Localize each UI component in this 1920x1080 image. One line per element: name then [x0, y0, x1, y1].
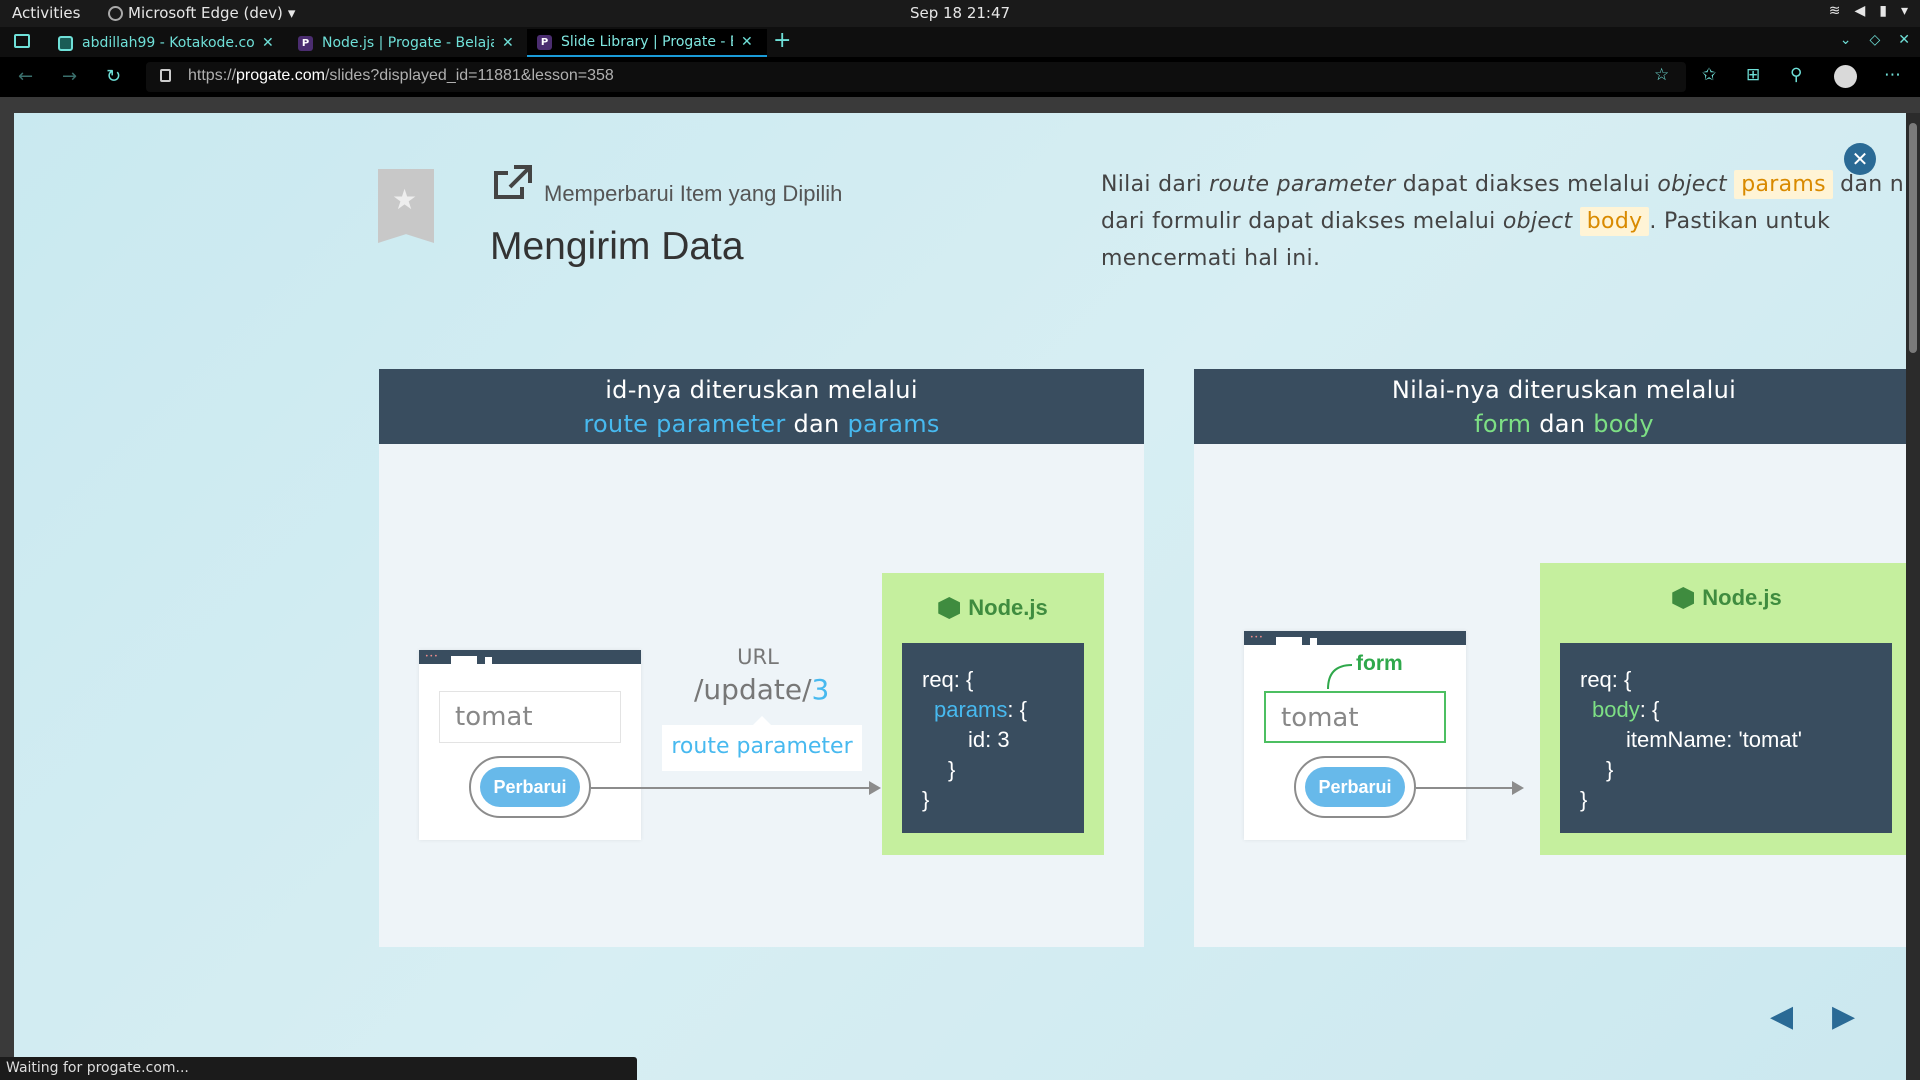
request-arrow — [1416, 781, 1524, 795]
forward-button[interactable]: → — [62, 66, 77, 87]
back-button[interactable]: ← — [18, 66, 33, 87]
bookmark-icon[interactable]: ★ — [378, 169, 434, 243]
url-label: URL — [737, 645, 779, 669]
scrollbar-thumb[interactable] — [1909, 123, 1917, 353]
nodejs-box: Node.js req: { body: { itemName: 'tomat'… — [1540, 563, 1906, 855]
route-parameter-panel: id-nya diteruskan melalui route paramete… — [379, 369, 1144, 947]
tab-kotakode[interactable]: abdillah99 - Kotakode.com ✕ — [48, 29, 284, 57]
route-parameter-label: route parameter — [662, 716, 862, 771]
nodejs-icon — [938, 597, 961, 619]
edge-icon — [108, 5, 123, 21]
url-text[interactable]: https://progate.com/slides?displayed_id=… — [188, 67, 614, 85]
tab-actions-icon[interactable] — [14, 34, 30, 48]
tab-slide-library[interactable]: P Slide Library | Progate - B ✕ — [527, 29, 767, 57]
extensions-icon[interactable]: ⚲ — [1790, 65, 1802, 85]
chevron-down-icon: ▾ — [1900, 3, 1908, 19]
form-body-panel: Nilai-nya diteruskan melalui form dan bo… — [1194, 369, 1906, 947]
nodejs-box: Node.js req: { params: { id: 3 } } — [882, 573, 1104, 855]
new-tab-button[interactable]: + — [773, 28, 791, 53]
volume-icon: ◀ — [1854, 3, 1866, 19]
kotakode-icon — [58, 35, 73, 51]
close-tab-icon[interactable]: ✕ — [502, 35, 514, 51]
request-arrow — [591, 781, 881, 795]
diamond-icon[interactable]: ◇ — [1869, 32, 1880, 48]
panel-header: id-nya diteruskan melalui route paramete… — [379, 369, 1144, 444]
tab-bar: abdillah99 - Kotakode.com ✕ P Node.js | … — [0, 27, 1920, 57]
battery-icon: ▮ — [1879, 3, 1887, 19]
form-connector-line — [1327, 664, 1353, 690]
item-input: tomat — [1264, 691, 1446, 743]
tab-title: Slide Library | Progate - B — [561, 34, 733, 50]
nodejs-icon — [1672, 587, 1695, 609]
slide-title: Mengirim Data — [490, 225, 744, 268]
profile-avatar[interactable] — [1834, 65, 1857, 88]
perbarui-button: Perbarui — [1305, 767, 1405, 807]
body-code-tag: body — [1579, 207, 1650, 236]
close-modal-button[interactable]: ✕ — [1844, 143, 1876, 175]
system-top-bar: Activities Microsoft Edge (dev) ▾ Sep 18… — [0, 0, 1920, 27]
close-window-icon[interactable]: ✕ — [1898, 32, 1910, 48]
tab-nodejs-progate[interactable]: P Node.js | Progate - Belajar ✕ — [288, 29, 524, 57]
form-label: form — [1356, 652, 1403, 675]
close-tab-icon[interactable]: ✕ — [262, 35, 274, 51]
req-code-block: req: { body: { itemName: 'tomat' } } — [1560, 643, 1892, 833]
favorites-icon[interactable]: ✩ — [1702, 65, 1716, 85]
tab-title: Node.js | Progate - Belajar — [322, 35, 494, 51]
add-favorite-icon[interactable]: ☆ — [1654, 65, 1669, 85]
external-link-icon — [494, 165, 532, 199]
collections-icon[interactable]: ⊞ — [1746, 65, 1760, 85]
tab-title: abdillah99 - Kotakode.com — [82, 35, 254, 51]
next-slide-button[interactable]: ▶ — [1832, 999, 1855, 1034]
perbarui-button: Perbarui — [480, 767, 580, 807]
system-tray[interactable]: ≋ ◀ ▮ ▾ — [1829, 3, 1908, 19]
previous-slide-button[interactable]: ◀ — [1770, 999, 1793, 1034]
close-tab-icon[interactable]: ✕ — [741, 34, 753, 50]
page-scrollbar[interactable] — [1906, 113, 1920, 1080]
progate-icon: P — [298, 35, 313, 51]
chevron-down-icon[interactable]: ⌄ — [1840, 32, 1852, 48]
app-name: Microsoft Edge (dev) — [128, 4, 283, 22]
more-menu-icon[interactable]: ⋯ — [1884, 65, 1901, 85]
item-input: tomat — [439, 691, 621, 743]
perbarui-button-outline: Perbarui — [469, 756, 591, 818]
params-code-tag: params — [1734, 170, 1833, 199]
slide-description: Nilai dari route parameter dapat diakses… — [1101, 170, 1906, 271]
lock-icon[interactable] — [160, 69, 171, 82]
activities-button[interactable]: Activities — [12, 4, 80, 22]
slide-modal: ★ Memperbarui Item yang Dipilih Mengirim… — [14, 113, 1906, 1080]
wifi-icon: ≋ — [1828, 3, 1841, 19]
reload-button[interactable]: ↻ — [106, 66, 121, 87]
slide-subtitle: Memperbarui Item yang Dipilih — [544, 181, 843, 206]
req-code-block: req: { params: { id: 3 } } — [902, 643, 1084, 833]
url-path: /update/3 — [694, 673, 830, 706]
address-bar-row: ← → ↻ https://progate.com/slides?display… — [0, 57, 1920, 97]
progate-icon: P — [537, 34, 552, 50]
status-bar: Waiting for progate.com... — [0, 1057, 637, 1080]
chevron-down-icon: ▾ — [287, 4, 296, 22]
panel-header: Nilai-nya diteruskan melalui form dan bo… — [1194, 369, 1906, 444]
app-menu[interactable]: Microsoft Edge (dev) ▾ — [108, 4, 295, 22]
nodejs-label: Node.js — [882, 595, 1104, 621]
perbarui-button-outline: Perbarui — [1294, 756, 1416, 818]
nodejs-label: Node.js — [1540, 585, 1906, 611]
star-icon: ★ — [392, 183, 418, 216]
